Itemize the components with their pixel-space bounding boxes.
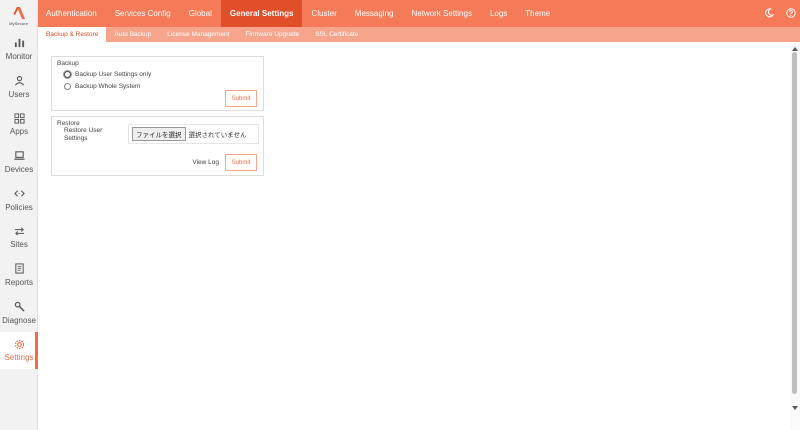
backup-user-option[interactable]: Backup User Settings only <box>64 68 263 80</box>
brand-logo-icon <box>13 7 25 19</box>
sidebar-item-reports[interactable]: Reports <box>0 256 38 294</box>
sidebar-item-settings[interactable]: Settings <box>0 331 38 370</box>
sidebar-item-label: Reports <box>4 277 33 287</box>
file-input[interactable]: ファイルを選択 選択されていません <box>128 124 259 144</box>
file-status: 選択されていません <box>188 132 247 139</box>
sidebar-item-label: Settings <box>4 353 34 363</box>
help-icon[interactable] <box>786 5 796 23</box>
backup-submit-button[interactable]: Submit <box>225 90 257 107</box>
moon-icon[interactable] <box>764 5 775 23</box>
restore-user-settings-label: Restore User Settings <box>64 127 103 142</box>
brand-name: MySecure <box>9 21 28 26</box>
top-nav: Authentication Services Config Global Ge… <box>38 0 800 27</box>
report-icon <box>13 263 25 275</box>
tab-global[interactable]: Global <box>180 0 221 27</box>
choose-file-button[interactable]: ファイルを選択 <box>132 127 186 141</box>
restore-submit-button[interactable]: Submit <box>225 154 257 171</box>
sidebar-item-apps[interactable]: Apps <box>0 105 38 143</box>
bar-chart-icon <box>13 37 25 49</box>
swap-arrows-icon <box>13 225 25 237</box>
tab-network-settings[interactable]: Network Settings <box>402 0 480 27</box>
scroll-thumb[interactable] <box>792 52 797 394</box>
scrollbar[interactable] <box>790 42 800 430</box>
sidebar-item-users[interactable]: Users <box>0 68 38 106</box>
scroll-up-arrow-icon[interactable] <box>792 47 798 51</box>
tab-firmware-upgrade[interactable]: Firmware Upgrade <box>237 27 307 42</box>
wrench-icon <box>13 301 25 313</box>
tab-services-config[interactable]: Services Config <box>106 0 180 27</box>
tab-cluster[interactable]: Cluster <box>302 0 345 27</box>
laptop-icon <box>13 150 25 162</box>
radio-backup-whole[interactable] <box>64 82 71 90</box>
sidebar-item-monitor[interactable]: Monitor <box>0 30 38 68</box>
sub-nav: Backup & Restore Auto Backup License Man… <box>38 27 800 42</box>
sidebar-item-label: Monitor <box>5 51 33 61</box>
scroll-down-arrow-icon[interactable] <box>792 406 798 410</box>
sidebar-item-label: Policies <box>5 202 33 212</box>
restore-panel: Restore Restore User Settings ファイルを選択 選択… <box>51 116 264 176</box>
backup-whole-label: Backup Whole System <box>75 82 141 90</box>
sidebar-item-label: Devices <box>4 164 34 174</box>
tab-theme[interactable]: Theme <box>516 0 559 27</box>
tab-backup-restore[interactable]: Backup & Restore <box>38 27 107 42</box>
top-nav-icons <box>764 0 796 27</box>
tab-messaging[interactable]: Messaging <box>346 0 403 27</box>
sidebar: MySecure Monitor Users Apps Devices Poli… <box>0 0 38 430</box>
gear-icon <box>13 338 25 350</box>
sidebar-item-label: Sites <box>10 240 28 250</box>
backup-user-label: Backup User Settings only <box>75 70 152 78</box>
view-log-link[interactable]: View Log <box>192 159 219 166</box>
sidebar-item-policies[interactable]: Policies <box>0 181 38 219</box>
backup-panel: Backup Backup User Settings only Backup … <box>51 56 264 111</box>
tab-authentication[interactable]: Authentication <box>38 0 106 27</box>
sidebar-item-label: Users <box>8 89 30 99</box>
sidebar-item-sites[interactable]: Sites <box>0 218 38 256</box>
sidebar-nav: Monitor Users Apps Devices Policies Site… <box>0 30 38 370</box>
logo: MySecure <box>0 0 37 30</box>
tab-auto-backup[interactable]: Auto Backup <box>106 27 159 42</box>
radio-backup-user[interactable] <box>64 70 71 78</box>
apps-icon <box>13 112 25 124</box>
backup-panel-title: Backup <box>57 60 79 67</box>
sidebar-item-diagnose[interactable]: Diagnose <box>0 294 38 332</box>
sidebar-item-label: Diagnose <box>2 315 36 325</box>
code-arrows-icon <box>13 188 25 200</box>
user-icon <box>13 75 25 87</box>
tab-license-management[interactable]: License Management <box>159 27 237 42</box>
sidebar-item-label: Apps <box>9 127 29 137</box>
tab-ssl-certificate[interactable]: SSL Certificate <box>307 27 366 42</box>
tab-general-settings[interactable]: General Settings <box>220 0 303 27</box>
sidebar-item-devices[interactable]: Devices <box>0 143 38 181</box>
tab-logs[interactable]: Logs <box>481 0 516 27</box>
